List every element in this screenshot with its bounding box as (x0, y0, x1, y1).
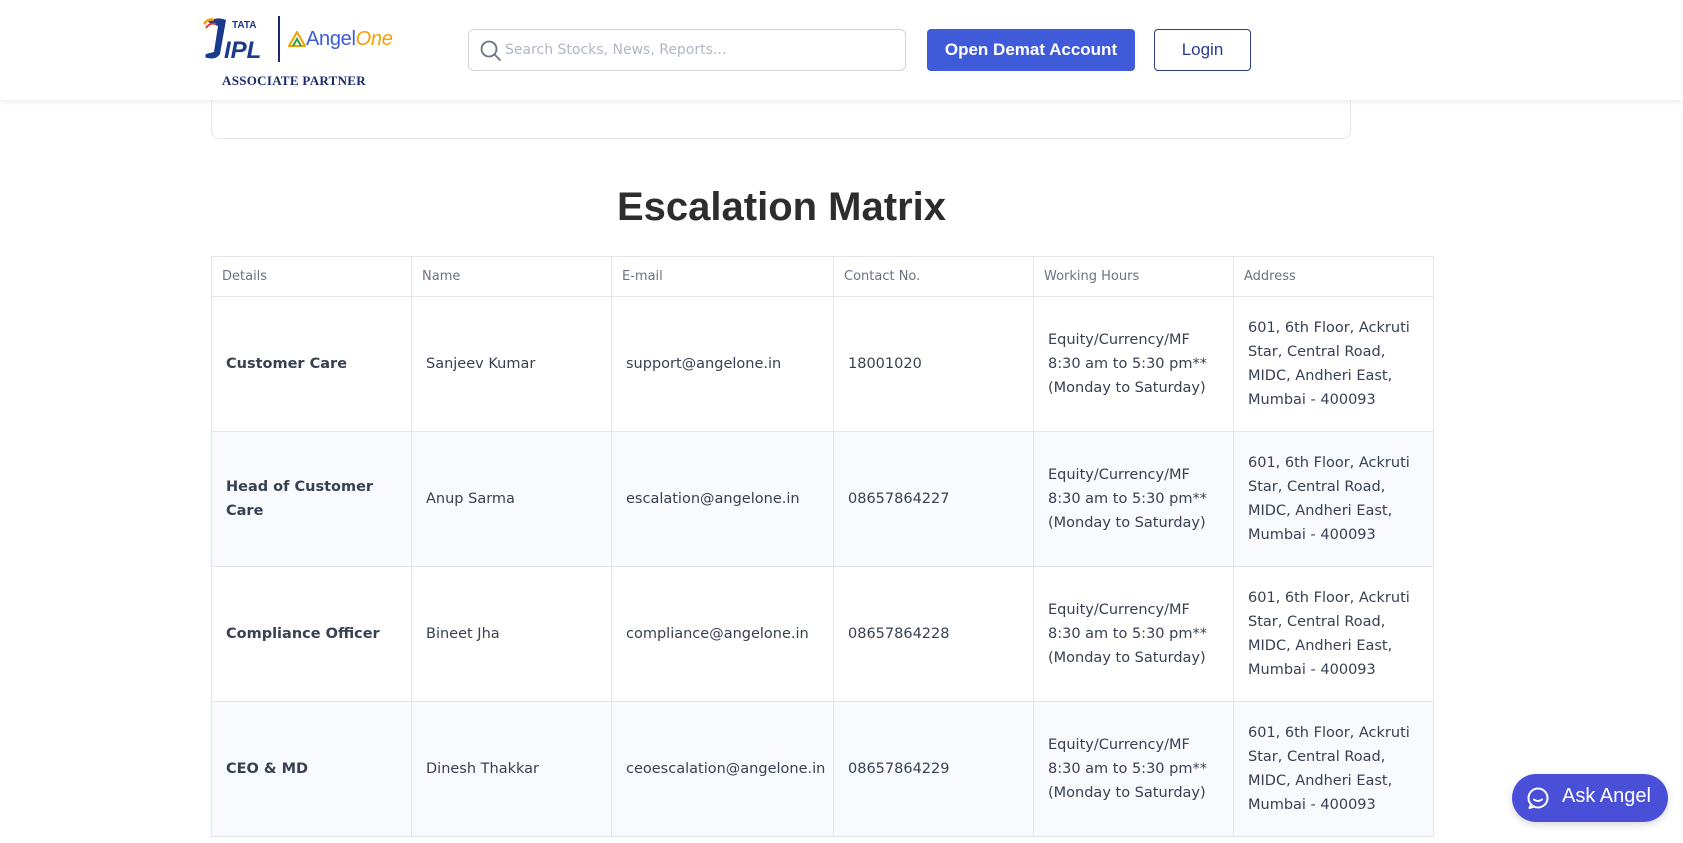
cell-details: CEO & MD (211, 701, 412, 837)
cell-email: support@angelone.in (611, 296, 834, 432)
column-header-working-hours: Working Hours (1033, 256, 1234, 297)
address-line: Mumbai - 400093 (1248, 527, 1376, 543)
cell-contact: 18001020 (833, 296, 1034, 432)
cell-details: Customer Care (211, 296, 412, 432)
table-header-row: Details Name E-mail Contact No. Working … (211, 256, 1434, 297)
column-header-email: E-mail (611, 256, 834, 297)
cell-name: Sanjeev Kumar (411, 296, 612, 432)
cell-working-hours: Equity/Currency/MF 8:30 am to 5:30 pm** … (1033, 431, 1234, 567)
table-row: Compliance Officer Bineet Jha compliance… (211, 566, 1434, 702)
cell-email: ceoescalation@angelone.in (611, 701, 834, 837)
table-row: Head of Customer Care Anup Sarma escalat… (211, 431, 1434, 567)
search-icon (480, 40, 501, 61)
cell-details: Compliance Officer (211, 566, 412, 702)
cell-details: Head of Customer Care (211, 431, 412, 567)
column-header-details: Details (211, 256, 412, 297)
address-line: Mumbai - 400093 (1248, 662, 1376, 678)
address-line: 601, 6th Floor, Ackruti (1248, 725, 1410, 741)
address-line: 601, 6th Floor, Ackruti (1248, 455, 1410, 471)
table-row: Customer Care Sanjeev Kumar support@ange… (211, 296, 1434, 432)
ask-angel-label: Ask Angel (1562, 785, 1651, 807)
search-bar[interactable] (468, 29, 906, 71)
cell-name: Anup Sarma (411, 431, 612, 567)
address-line: 601, 6th Floor, Ackruti (1248, 590, 1410, 606)
hours-line: Equity/Currency/MF (1048, 332, 1190, 348)
hours-line: (Monday to Saturday) (1048, 650, 1206, 666)
cell-address: 601, 6th Floor, Ackruti Star, Central Ro… (1233, 566, 1434, 702)
cell-email: compliance@angelone.in (611, 566, 834, 702)
login-button[interactable]: Login (1154, 29, 1251, 71)
angel-text: Angel (306, 27, 356, 50)
address-line: MIDC, Andheri East, (1248, 503, 1393, 519)
cell-working-hours: Equity/Currency/MF 8:30 am to 5:30 pm** … (1033, 566, 1234, 702)
hours-line: 8:30 am to 5:30 pm** (1048, 491, 1207, 507)
hours-line: Equity/Currency/MF (1048, 467, 1190, 483)
cell-contact: 08657864229 (833, 701, 1034, 837)
logo-divider (278, 16, 280, 62)
address-line: MIDC, Andheri East, (1248, 368, 1393, 384)
hours-line: (Monday to Saturday) (1048, 515, 1206, 531)
table-row: CEO & MD Dinesh Thakkar ceoescalation@an… (211, 701, 1434, 837)
address-line: MIDC, Andheri East, (1248, 638, 1393, 654)
address-line: 601, 6th Floor, Ackruti (1248, 320, 1410, 336)
address-line: Star, Central Road, (1248, 749, 1386, 765)
address-line: Star, Central Road, (1248, 479, 1386, 495)
column-header-name: Name (411, 256, 612, 297)
hours-line: Equity/Currency/MF (1048, 737, 1190, 753)
page-title: Escalation Matrix (616, 185, 946, 229)
site-header: TATA IPL AngelOne ASSOCIATE PARTNER Open… (0, 0, 1683, 100)
hours-line: 8:30 am to 5:30 pm** (1048, 626, 1207, 642)
column-header-contact: Contact No. (833, 256, 1034, 297)
cell-working-hours: Equity/Currency/MF 8:30 am to 5:30 pm** … (1033, 296, 1234, 432)
angelone-logo: AngelOne (288, 26, 393, 52)
hours-line: Equity/Currency/MF (1048, 602, 1190, 618)
tata-text: TATA (232, 20, 256, 31)
cell-name: Bineet Jha (411, 566, 612, 702)
address-line: Star, Central Road, (1248, 614, 1386, 630)
chat-bubble-icon (1527, 787, 1549, 809)
address-line: MIDC, Andheri East, (1248, 773, 1393, 789)
one-text: One (355, 27, 393, 50)
brand-logo[interactable]: TATA IPL AngelOne ASSOCIATE PARTNER (202, 14, 393, 90)
address-line: Mumbai - 400093 (1248, 797, 1376, 813)
escalation-matrix-table: Details Name E-mail Contact No. Working … (211, 256, 1434, 837)
cell-contact: 08657864228 (833, 566, 1034, 702)
ask-angel-button[interactable]: Ask Angel (1512, 774, 1668, 822)
cell-contact: 08657864227 (833, 431, 1034, 567)
cell-email: escalation@angelone.in (611, 431, 834, 567)
open-demat-account-button[interactable]: Open Demat Account (927, 29, 1135, 71)
associate-partner-label: ASSOCIATE PARTNER (222, 73, 366, 88)
cell-address: 601, 6th Floor, Ackruti Star, Central Ro… (1233, 701, 1434, 837)
search-input[interactable] (505, 30, 901, 70)
angelone-mark-icon (288, 31, 306, 47)
ipl-text: IPL (224, 37, 261, 64)
hours-line: (Monday to Saturday) (1048, 380, 1206, 396)
cell-address: 601, 6th Floor, Ackruti Star, Central Ro… (1233, 296, 1434, 432)
hours-line: (Monday to Saturday) (1048, 785, 1206, 801)
cell-name: Dinesh Thakkar (411, 701, 612, 837)
angelone-wordmark: AngelOne (306, 28, 393, 51)
address-line: Mumbai - 400093 (1248, 392, 1376, 408)
cell-address: 601, 6th Floor, Ackruti Star, Central Ro… (1233, 431, 1434, 567)
hours-line: 8:30 am to 5:30 pm** (1048, 761, 1207, 777)
column-header-address: Address (1233, 256, 1434, 297)
cell-working-hours: Equity/Currency/MF 8:30 am to 5:30 pm** … (1033, 701, 1234, 837)
tata-ipl-logo: TATA IPL (202, 18, 261, 64)
hours-line: 8:30 am to 5:30 pm** (1048, 356, 1207, 372)
address-line: Star, Central Road, (1248, 344, 1386, 360)
